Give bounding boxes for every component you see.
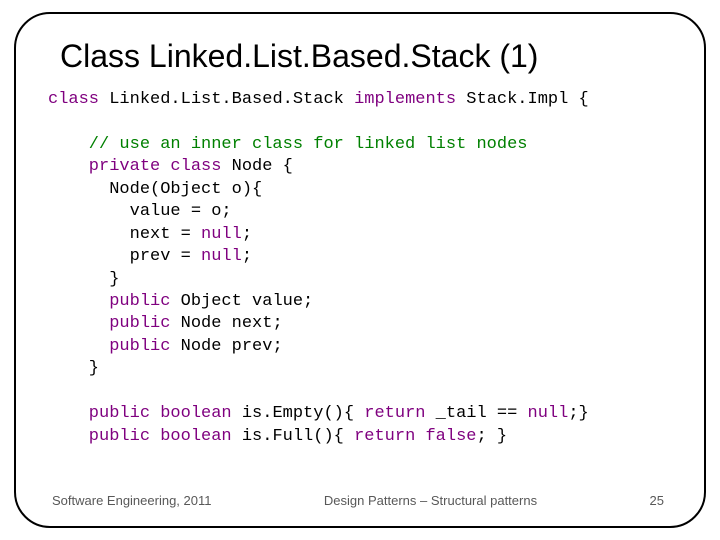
code-token: ; xyxy=(242,225,252,244)
code-token: Node next; xyxy=(170,314,282,333)
footer-left: Software Engineering, 2011 xyxy=(52,493,211,508)
code-token: ; xyxy=(242,247,252,266)
footer-center: Design Patterns – Structural patterns xyxy=(211,493,649,508)
code-token: public xyxy=(48,292,170,311)
code-token: Linked.List.Based.Stack xyxy=(99,90,354,109)
footer-page-number: 25 xyxy=(650,493,664,508)
code-token: return false xyxy=(354,427,476,446)
code-token: null xyxy=(201,225,242,244)
code-token: ;} xyxy=(568,404,588,423)
code-token: prev = xyxy=(48,247,201,266)
code-token: Node(Object o){ xyxy=(48,180,262,199)
code-token: } xyxy=(48,359,99,378)
code-token: return xyxy=(364,404,425,423)
code-token: is.Empty(){ xyxy=(232,404,365,423)
code-token: is.Full(){ xyxy=(232,427,354,446)
code-token: null xyxy=(201,247,242,266)
code-token: _tail == xyxy=(425,404,527,423)
code-comment: // use an inner class for linked list no… xyxy=(48,135,527,154)
slide-frame: Class Linked.List.Based.Stack (1) class … xyxy=(14,12,706,528)
code-token: ; } xyxy=(476,427,507,446)
slide-footer: Software Engineering, 2011 Design Patter… xyxy=(48,493,672,508)
code-token: } xyxy=(48,270,119,289)
code-block: class Linked.List.Based.Stack implements… xyxy=(48,89,672,485)
code-token: public xyxy=(48,337,170,356)
slide-title: Class Linked.List.Based.Stack (1) xyxy=(60,38,672,75)
code-token: public boolean xyxy=(48,404,232,423)
code-token: class xyxy=(48,90,99,109)
code-token: public xyxy=(48,314,170,333)
code-token: Object value; xyxy=(170,292,313,311)
code-token: public boolean xyxy=(48,427,232,446)
code-token: Node prev; xyxy=(170,337,282,356)
code-token: next = xyxy=(48,225,201,244)
code-token: value = o; xyxy=(48,202,232,221)
code-token: private class xyxy=(48,157,221,176)
code-token: Node { xyxy=(221,157,292,176)
code-token: null xyxy=(528,404,569,423)
code-token: implements xyxy=(354,90,456,109)
code-token: Stack.Impl { xyxy=(456,90,589,109)
